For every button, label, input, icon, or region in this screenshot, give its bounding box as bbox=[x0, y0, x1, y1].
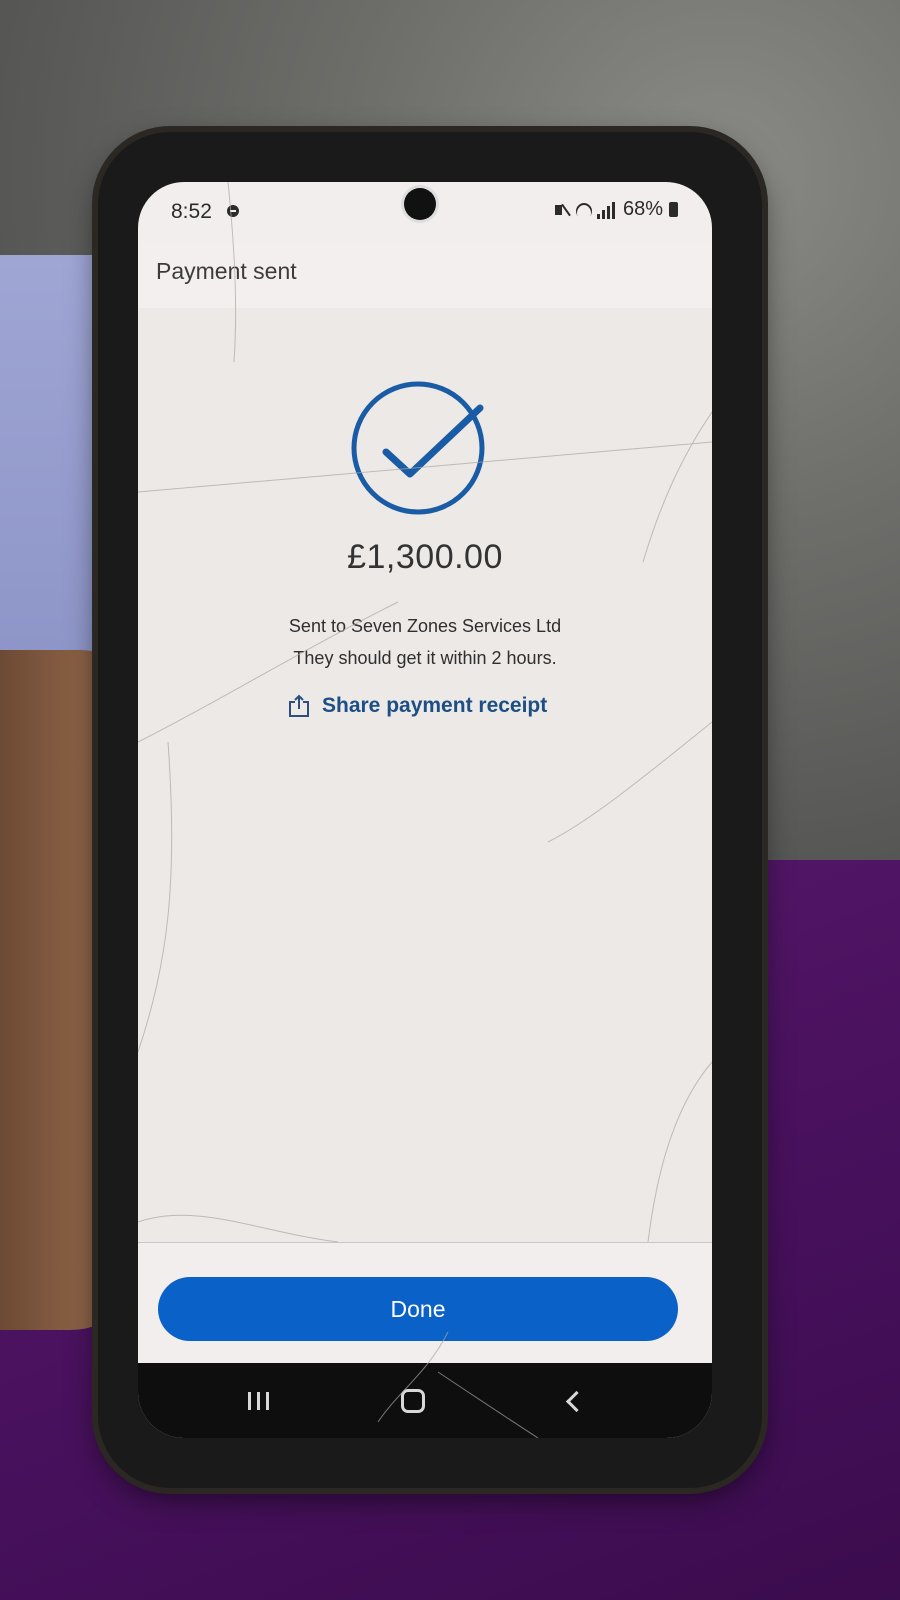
phone-screen: 8:52 68% Payment sent £1,300.00 Sent to … bbox=[138, 182, 712, 1438]
notification-icon bbox=[227, 205, 239, 217]
battery-icon bbox=[669, 202, 678, 217]
front-camera bbox=[404, 188, 436, 220]
signal-icon bbox=[596, 201, 615, 219]
status-icons: 68% bbox=[553, 198, 678, 221]
status-bar: 8:52 68% bbox=[138, 182, 712, 242]
delivery-eta-text: They should get it within 2 hours. bbox=[293, 648, 557, 668]
status-time: 8:52 bbox=[171, 200, 212, 223]
wifi-icon bbox=[575, 201, 593, 219]
payment-amount: £1,300.00 bbox=[347, 538, 503, 576]
app-header: Payment sent bbox=[138, 242, 712, 308]
check-circle-icon bbox=[351, 381, 485, 515]
battery-percentage: 68% bbox=[622, 198, 663, 220]
share-receipt-link[interactable]: Share payment receipt bbox=[286, 688, 547, 724]
navigation-bar bbox=[138, 1363, 712, 1438]
done-button[interactable]: Done bbox=[158, 1277, 678, 1341]
footer: Done bbox=[138, 1243, 712, 1363]
phone: 8:52 68% Payment sent £1,300.00 Sent to … bbox=[98, 132, 762, 1488]
recent-apps-icon[interactable] bbox=[238, 1381, 278, 1421]
back-icon[interactable] bbox=[553, 1381, 593, 1421]
confirmation-content: £1,300.00 Sent to Seven Zones Services L… bbox=[138, 308, 712, 1248]
home-icon[interactable] bbox=[393, 1381, 433, 1421]
mute-icon bbox=[553, 201, 571, 219]
share-receipt-label: Share payment receipt bbox=[322, 694, 548, 717]
page-title: Payment sent bbox=[156, 258, 297, 284]
share-icon bbox=[289, 694, 309, 717]
recipient-text: Sent to Seven Zones Services Ltd bbox=[288, 616, 562, 636]
